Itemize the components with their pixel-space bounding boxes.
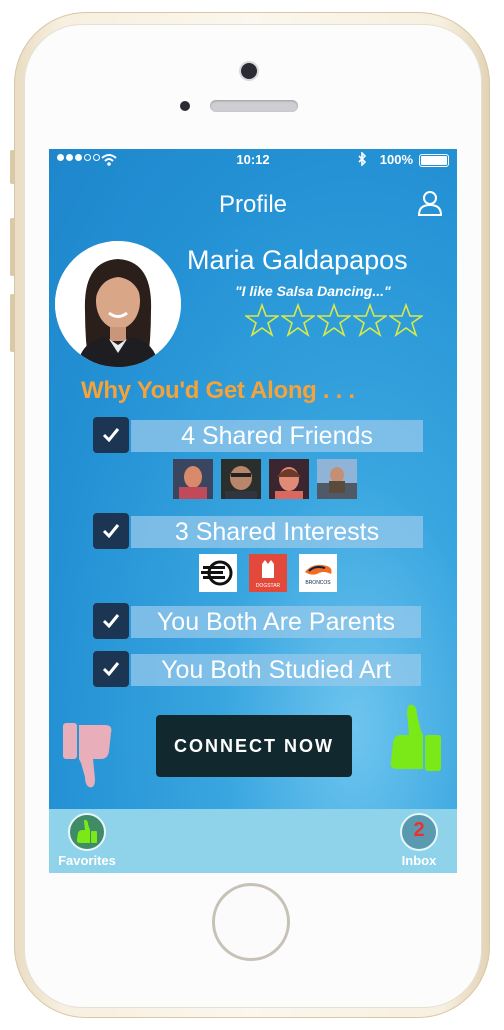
star-icon[interactable] (245, 303, 279, 337)
app-screen: 10:12 100% Profile Maria Galdapapos "I l… (49, 149, 457, 873)
avatar-photo (55, 241, 181, 367)
star-icon[interactable] (389, 303, 423, 337)
connect-now-button[interactable]: CONNECT NOW (156, 715, 352, 777)
home-button[interactable] (212, 883, 290, 961)
tab-inbox-label: Inbox (401, 853, 437, 868)
thumbs-up-icon[interactable] (385, 701, 443, 773)
tab-inbox[interactable]: 2 Inbox (389, 813, 449, 868)
reason-label: 4 Shared Friends (131, 420, 423, 452)
avatar (55, 241, 181, 367)
section-heading: Why You'd Get Along . . . (81, 377, 355, 404)
logo-dogstar[interactable]: DOGSTAR (249, 554, 287, 592)
star-icon[interactable] (317, 303, 351, 337)
checkbox-checked[interactable] (93, 417, 129, 453)
reason-row-parents: You Both Are Parents (93, 603, 423, 639)
checkbox-checked[interactable] (93, 603, 129, 639)
shared-interest-logos: DOGSTAR BRONCOS (199, 554, 337, 592)
checkbox-checked[interactable] (93, 651, 129, 687)
profile-name: Maria Galdapapos (187, 245, 408, 275)
status-bar: 10:12 100% (49, 149, 457, 171)
checkmark-icon (102, 428, 120, 442)
logo-dodge[interactable] (199, 554, 237, 592)
star-icon[interactable] (353, 303, 387, 337)
reason-row-art: You Both Studied Art (93, 651, 423, 687)
volume-up-button (10, 218, 15, 276)
svg-text:BRONCOS: BRONCOS (305, 580, 331, 586)
proximity-sensor (180, 101, 190, 111)
inbox-icon: 2 (400, 813, 438, 851)
thumbs-down-icon[interactable] (61, 721, 117, 791)
tab-bar: Favorites 2 Inbox (49, 809, 457, 873)
battery-percent: 100% (379, 152, 413, 167)
friend-photo[interactable] (221, 459, 261, 499)
profile-icon[interactable] (417, 189, 443, 217)
checkmark-icon (102, 662, 120, 676)
inbox-count-badge: 2 (413, 819, 425, 841)
friend-photo[interactable] (269, 459, 309, 499)
page-title: Profile (218, 191, 288, 218)
battery-icon (419, 154, 449, 167)
bluetooth-icon (358, 152, 367, 166)
earpiece-speaker (210, 100, 298, 112)
profile-quote: "I like Salsa Dancing..." (235, 283, 391, 299)
logo-broncos[interactable]: BRONCOS (299, 554, 337, 592)
favorites-icon (68, 813, 106, 851)
checkmark-icon (102, 614, 120, 628)
volume-down-button (10, 294, 15, 352)
reason-row-friends: 4 Shared Friends (93, 417, 423, 453)
reason-label: You Both Are Parents (131, 606, 421, 638)
checkmark-icon (102, 524, 120, 538)
reason-label: 3 Shared Interests (131, 516, 423, 548)
svg-text:DOGSTAR: DOGSTAR (256, 583, 281, 589)
tab-favorites[interactable]: Favorites (57, 813, 117, 868)
checkbox-checked[interactable] (93, 513, 129, 549)
front-camera (241, 63, 257, 79)
tab-favorites-label: Favorites (58, 853, 116, 868)
star-icon[interactable] (281, 303, 315, 337)
mute-switch (10, 150, 15, 184)
friend-photo[interactable] (317, 459, 357, 499)
reason-label: You Both Studied Art (131, 654, 421, 686)
rating-stars[interactable] (245, 303, 423, 337)
friend-photo[interactable] (173, 459, 213, 499)
reason-row-interests: 3 Shared Interests (93, 513, 423, 549)
shared-friends-photos (173, 459, 357, 499)
